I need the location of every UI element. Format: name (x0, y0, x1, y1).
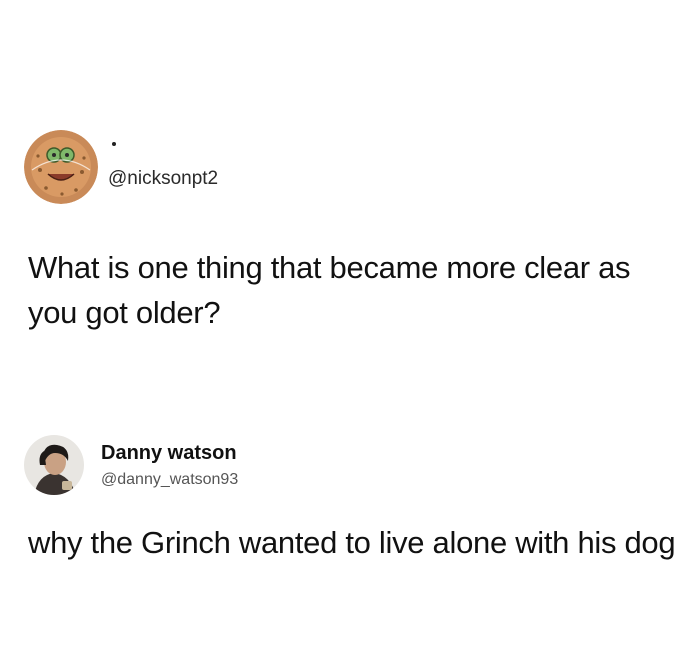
user-handle[interactable]: @nicksonpt2 (108, 168, 218, 190)
avatar[interactable] (24, 435, 84, 495)
avatar[interactable] (24, 130, 98, 204)
display-name[interactable]: Danny watson (101, 442, 237, 465)
cartoon-face-avatar-icon (24, 130, 98, 204)
user-handle[interactable]: @danny_watson93 (101, 471, 238, 489)
tweet-text: why the Grinch wanted to live alone with… (28, 525, 676, 560)
person-photo-avatar-icon (24, 435, 84, 495)
name-placeholder-dot (112, 142, 116, 146)
tweet-text: What is one thing that became more clear… (28, 250, 631, 330)
